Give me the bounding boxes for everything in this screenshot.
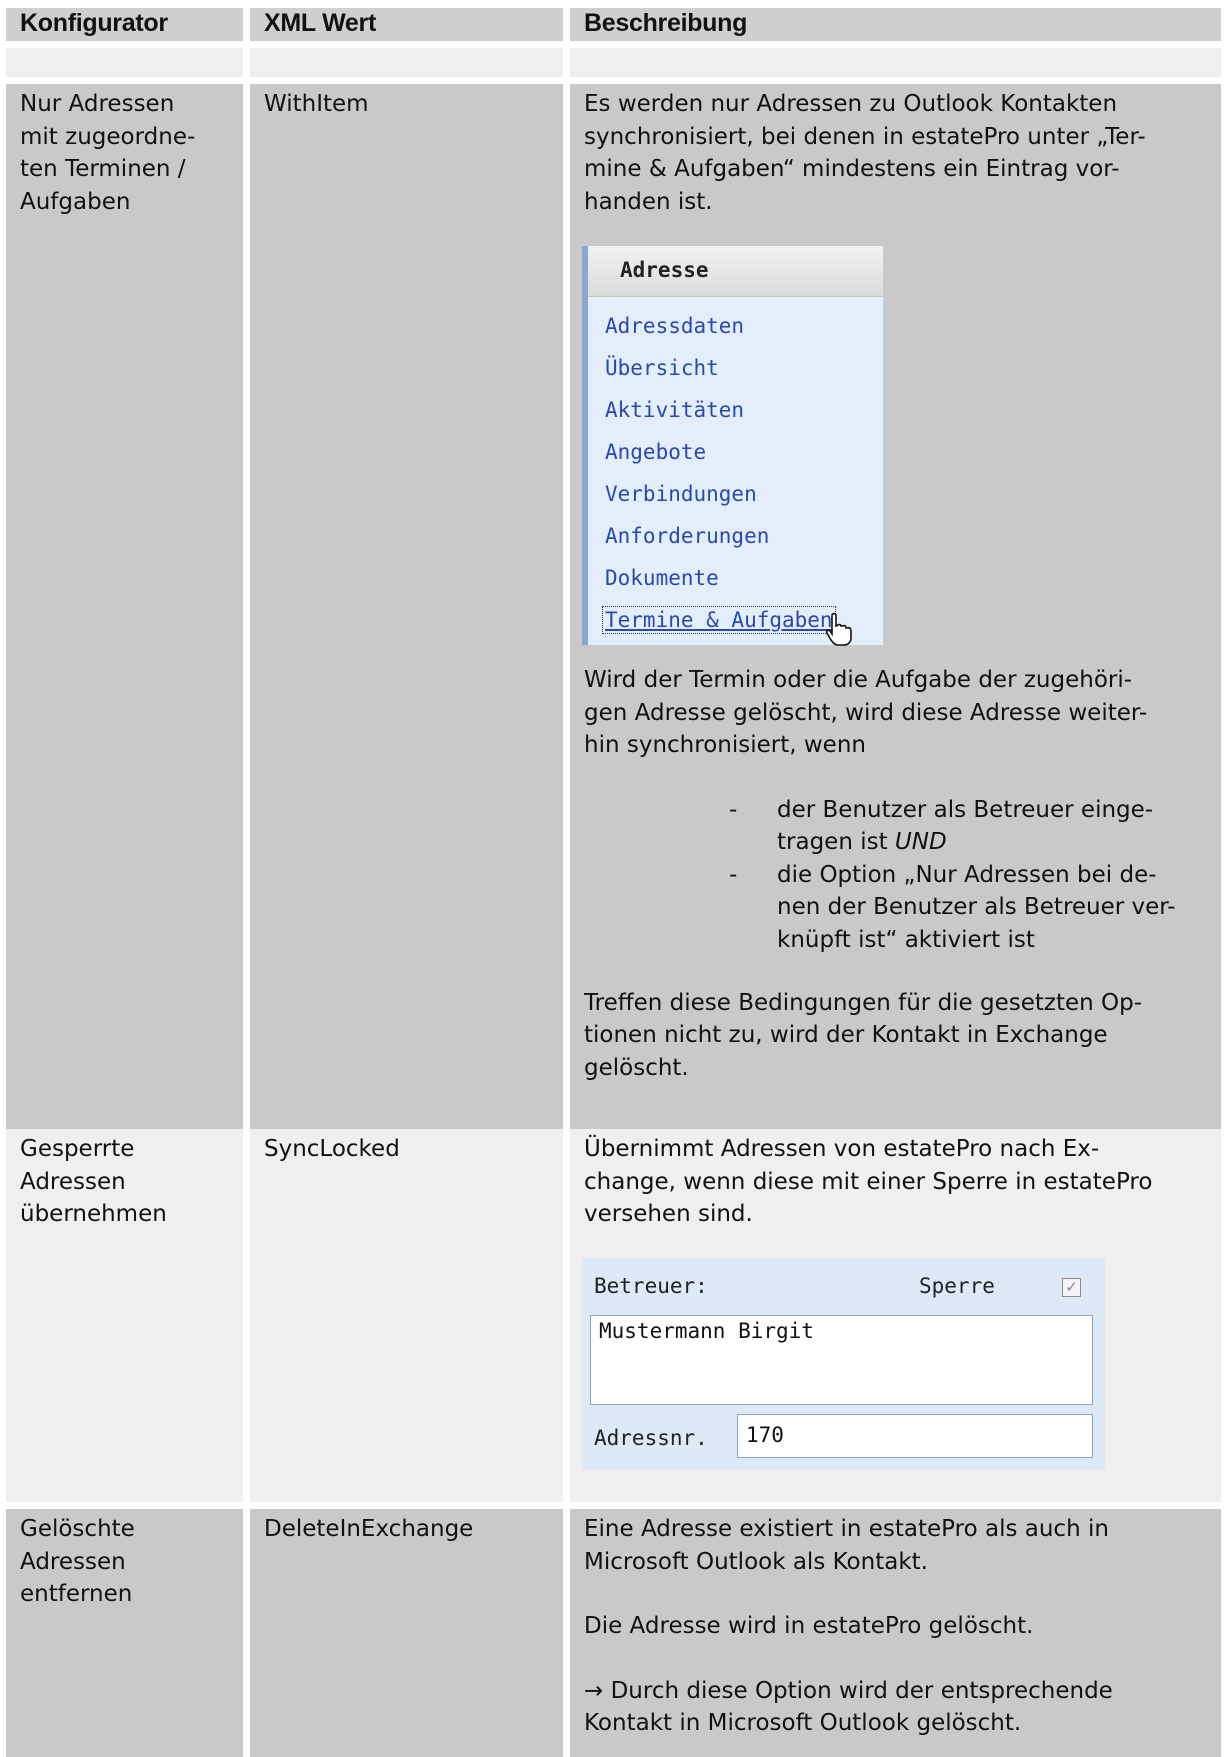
row1-xml-wert: WithItem bbox=[250, 84, 563, 1129]
text-line: mine & Aufgaben“ mindestens ein Eintrag … bbox=[584, 156, 1120, 182]
condition-list: - der Benutzer als Betreuer einge- trage… bbox=[584, 794, 1207, 987]
list-item-line: die Option „Nur Adressen bei de- bbox=[777, 861, 1157, 888]
spacer-cell bbox=[6, 48, 243, 77]
text-line: Gelöschte bbox=[20, 1516, 135, 1542]
betreuer-field[interactable]: Mustermann Birgit bbox=[590, 1315, 1093, 1405]
adresse-menu: Adresse Adressdaten Übersicht Aktivitäte… bbox=[582, 246, 883, 645]
header-konfigurator: Konfigurator bbox=[6, 8, 243, 41]
text-line: mit zugeordne- bbox=[20, 123, 196, 150]
list-bullet: - bbox=[729, 861, 738, 888]
text-line: Adressen bbox=[20, 1548, 126, 1575]
sperre-checkbox[interactable]: ✓ bbox=[1062, 1278, 1081, 1297]
hand-pointer-icon bbox=[825, 612, 852, 646]
text-line: Wird der Termin oder die Aufgabe der zug… bbox=[584, 667, 1133, 693]
xml-value: DeleteInExchange bbox=[264, 1516, 474, 1542]
text-line: Microsoft Outlook als Kontakt. bbox=[584, 1548, 928, 1575]
xml-value: SyncLocked bbox=[264, 1136, 400, 1162]
text-line: Kontakt in Microsoft Outlook gelöscht. bbox=[584, 1710, 1022, 1736]
spacer-cell bbox=[570, 48, 1221, 77]
spacer-cell bbox=[250, 48, 563, 77]
adressnr-label: Adressnr. bbox=[594, 1426, 708, 1450]
text-line: Die Adresse wird in estatePro gelöscht. bbox=[584, 1613, 1034, 1639]
text-line: synchronisiert, bei denen in estatePro u… bbox=[584, 123, 1146, 150]
menu-title: Adresse bbox=[620, 258, 709, 282]
list-item-line: knüpft ist“ aktiviert ist bbox=[777, 926, 1035, 953]
menu-item-termine-aufgaben[interactable]: Termine & Aufgaben bbox=[601, 605, 837, 635]
text-line: handen ist. bbox=[584, 188, 713, 215]
text-line: entfernen bbox=[20, 1581, 133, 1607]
text-line: Gesperrte bbox=[20, 1136, 135, 1162]
text-line: Aufgaben bbox=[20, 188, 131, 215]
list-bullet: - bbox=[729, 796, 738, 823]
list-item-line: der Benutzer als Betreuer einge- bbox=[777, 796, 1154, 823]
row3-beschreibung: Eine Adresse existiert in estatePro als … bbox=[570, 1509, 1221, 1757]
menu-item-dokumente[interactable]: Dokumente bbox=[588, 557, 883, 599]
text-line: versehen sind. bbox=[584, 1201, 753, 1227]
betreuer-widget: Betreuer: Sperre ✓ Mustermann Birgit Adr… bbox=[582, 1258, 1105, 1470]
list-item-line: nen der Benutzer als Betreuer ver- bbox=[777, 894, 1176, 920]
header-label: Beschreibung bbox=[584, 9, 748, 37]
menu-item-uebersicht[interactable]: Übersicht bbox=[588, 347, 883, 389]
sperre-label: Sperre bbox=[919, 1274, 995, 1298]
text-line: → Durch diese Option wird der entspreche… bbox=[584, 1677, 1113, 1704]
header-beschreibung: Beschreibung bbox=[570, 8, 1221, 41]
menu-header: Adresse bbox=[588, 246, 883, 297]
text-line: change, wenn diese mit einer Sperre in e… bbox=[584, 1168, 1153, 1195]
text-line: ten Terminen / bbox=[20, 156, 186, 182]
xml-value: WithItem bbox=[264, 91, 369, 117]
text-line: übernehmen bbox=[20, 1201, 167, 1227]
text-line: Treffen diese Bedingungen für die gesetz… bbox=[584, 989, 1143, 1016]
row2-xml-wert: SyncLocked bbox=[250, 1129, 563, 1502]
list-item-line: tragen ist UND bbox=[777, 826, 1207, 859]
header-xml-wert: XML Wert bbox=[250, 8, 563, 41]
menu-item-angebote[interactable]: Angebote bbox=[588, 431, 883, 473]
adressnr-field[interactable]: 170 bbox=[737, 1414, 1093, 1458]
row1-konfigurator: Nur Adressen mit zugeordne- ten Terminen… bbox=[6, 84, 243, 1129]
text-line: Eine Adresse existiert in estatePro als … bbox=[584, 1516, 1109, 1542]
row3-konfigurator: Gelöschte Adressen entfernen bbox=[6, 1509, 243, 1757]
text-line: Nur Adressen bbox=[20, 91, 175, 117]
text-line: tionen nicht zu, wird der Kontakt in Exc… bbox=[584, 1022, 1108, 1048]
text-line: gen Adresse gelöscht, wird diese Adresse… bbox=[584, 699, 1148, 726]
text-line: Adressen bbox=[20, 1168, 126, 1195]
row2-konfigurator: Gesperrte Adressen übernehmen bbox=[6, 1129, 243, 1502]
row3-xml-wert: DeleteInExchange bbox=[250, 1509, 563, 1757]
text-line: Es werden nur Adressen zu Outlook Kontak… bbox=[584, 91, 1118, 117]
header-label: XML Wert bbox=[264, 9, 376, 37]
menu-item-anforderungen[interactable]: Anforderungen bbox=[588, 515, 883, 557]
text-line: Übernimmt Adressen von estatePro nach Ex… bbox=[584, 1136, 1100, 1162]
betreuer-label: Betreuer: bbox=[594, 1274, 708, 1298]
menu-item-aktivitaeten[interactable]: Aktivitäten bbox=[588, 389, 883, 431]
header-label: Konfigurator bbox=[20, 9, 168, 37]
text-line: hin synchronisiert, wenn bbox=[584, 732, 866, 758]
menu-item-adressdaten[interactable]: Adressdaten bbox=[588, 305, 883, 347]
emphasis-und: UND bbox=[894, 829, 947, 855]
menu-item-verbindungen[interactable]: Verbindungen bbox=[588, 473, 883, 515]
list-item-text: tragen ist bbox=[777, 829, 888, 855]
text-line: gelöscht. bbox=[584, 1054, 689, 1081]
